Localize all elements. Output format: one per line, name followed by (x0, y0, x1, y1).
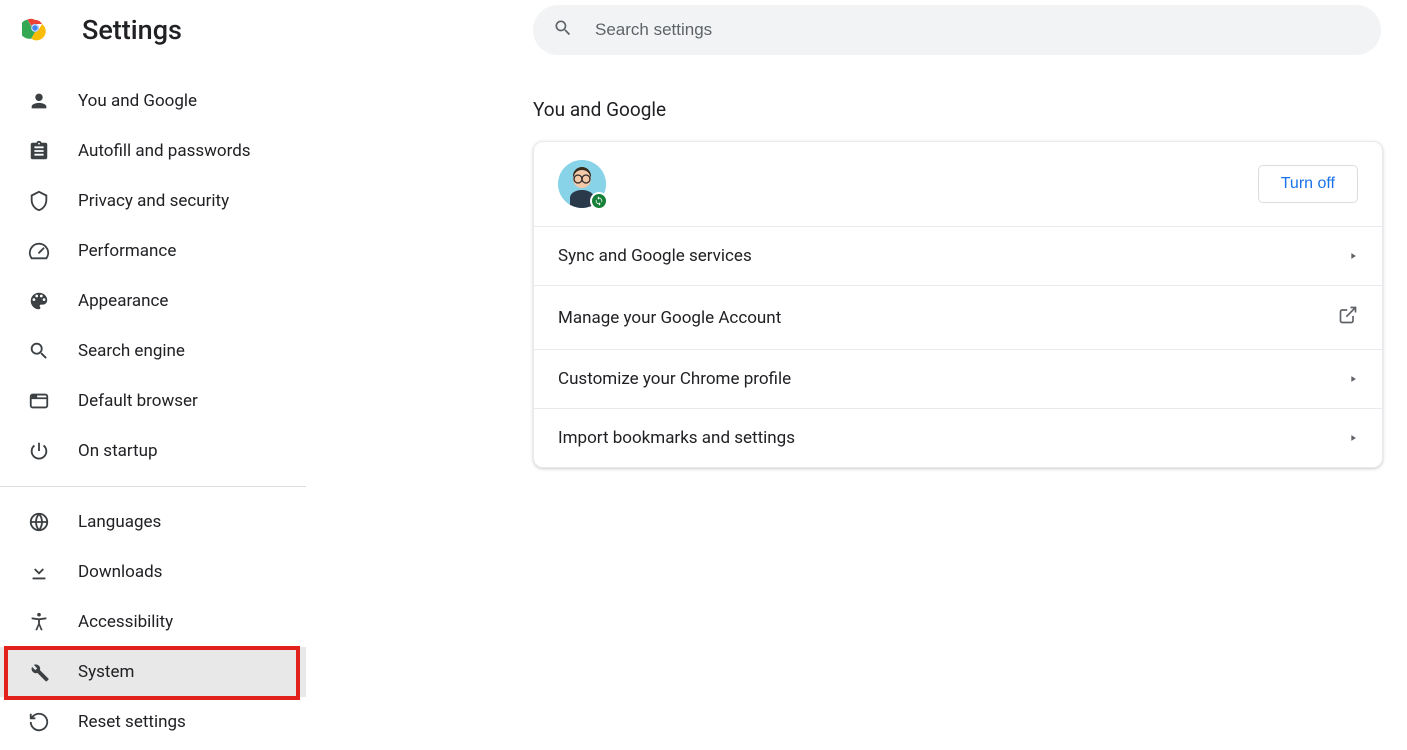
sidebar-item-label: Accessibility (78, 612, 173, 632)
sidebar-item-languages[interactable]: Languages (0, 497, 306, 547)
restore-icon (28, 711, 50, 733)
browser-icon (28, 390, 50, 412)
sidebar-item-label: You and Google (78, 91, 197, 111)
chrome-logo-icon (22, 15, 48, 45)
row-manage-account[interactable]: Manage your Google Account (534, 286, 1382, 350)
page-title: Settings (82, 14, 182, 46)
sidebar-item-accessibility[interactable]: Accessibility (0, 597, 306, 647)
you-and-google-card: Turn off Sync and Google services Manage… (533, 141, 1383, 468)
sidebar-item-appearance[interactable]: Appearance (0, 276, 306, 326)
sidebar-item-search-engine[interactable]: Search engine (0, 326, 306, 376)
profile-avatar (558, 160, 606, 208)
section-title: You and Google (533, 98, 1383, 121)
sidebar-item-reset[interactable]: Reset settings (0, 697, 306, 747)
chevron-right-icon (1348, 369, 1358, 389)
sidebar-item-label: Privacy and security (78, 191, 229, 211)
globe-icon (28, 511, 50, 533)
search-input[interactable] (595, 20, 1361, 40)
row-import-bookmarks[interactable]: Import bookmarks and settings (534, 409, 1382, 467)
row-label: Sync and Google services (558, 246, 752, 266)
clipboard-icon (28, 140, 50, 162)
download-icon (28, 561, 50, 583)
shield-icon (28, 190, 50, 212)
sidebar-item-system[interactable]: System (0, 647, 306, 697)
power-icon (28, 440, 50, 462)
sidebar-item-privacy[interactable]: Privacy and security (0, 176, 306, 226)
external-link-icon (1338, 305, 1358, 330)
person-icon (28, 90, 50, 112)
sidebar-item-label: Autofill and passwords (78, 141, 251, 161)
sidebar-item-label: Downloads (78, 562, 162, 582)
accessibility-icon (28, 611, 50, 633)
sync-badge-icon (590, 192, 608, 210)
card-header: Turn off (534, 142, 1382, 227)
wrench-icon (28, 661, 50, 683)
main-content: You and Google Turn off Sync an (533, 98, 1383, 468)
chevron-right-icon (1348, 428, 1358, 448)
sidebar-item-label: Reset settings (78, 712, 186, 732)
sidebar-item-autofill[interactable]: Autofill and passwords (0, 126, 306, 176)
row-label: Manage your Google Account (558, 308, 781, 328)
sidebar-item-label: Search engine (78, 341, 185, 361)
search-bar[interactable] (533, 5, 1381, 55)
sidebar: You and Google Autofill and passwords Pr… (0, 76, 306, 747)
search-icon (553, 18, 573, 42)
sidebar-item-performance[interactable]: Performance (0, 226, 306, 276)
sidebar-item-downloads[interactable]: Downloads (0, 547, 306, 597)
row-label: Import bookmarks and settings (558, 428, 795, 448)
row-label: Customize your Chrome profile (558, 369, 791, 389)
chevron-right-icon (1348, 246, 1358, 266)
sidebar-item-you-and-google[interactable]: You and Google (0, 76, 306, 126)
turn-off-button[interactable]: Turn off (1258, 165, 1358, 203)
speed-icon (28, 240, 50, 262)
row-customize-profile[interactable]: Customize your Chrome profile (534, 350, 1382, 409)
search-icon (28, 340, 50, 362)
sidebar-item-label: System (78, 662, 134, 682)
sidebar-item-label: Appearance (78, 291, 168, 311)
sidebar-item-label: Languages (78, 512, 161, 532)
sidebar-item-label: Performance (78, 241, 176, 261)
sidebar-item-label: On startup (78, 441, 158, 461)
palette-icon (28, 290, 50, 312)
sidebar-item-label: Default browser (78, 391, 198, 411)
row-sync-services[interactable]: Sync and Google services (534, 227, 1382, 286)
sidebar-divider (0, 486, 306, 487)
sidebar-item-startup[interactable]: On startup (0, 426, 306, 476)
sidebar-item-default-browser[interactable]: Default browser (0, 376, 306, 426)
